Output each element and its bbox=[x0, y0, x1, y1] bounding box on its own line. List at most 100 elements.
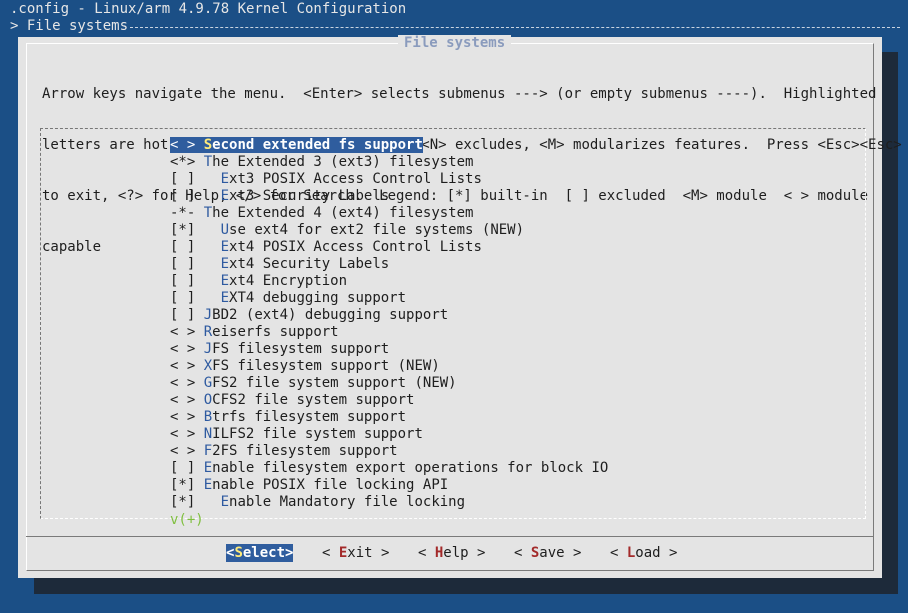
hotkey-letter: S bbox=[234, 545, 243, 561]
menu-item-label: xt4 Encryption bbox=[229, 273, 348, 289]
hotkey-letter: N bbox=[203, 426, 213, 442]
button-separator bbox=[26, 536, 874, 537]
option-state[interactable]: < > bbox=[170, 324, 195, 340]
hotkey-letter: R bbox=[203, 324, 213, 340]
option-state[interactable]: [ ] bbox=[170, 290, 195, 306]
menu-item-jbd2-debugging[interactable]: [ ] JBD2 (ext4) debugging support bbox=[170, 307, 608, 324]
hotkey-letter: E bbox=[220, 188, 230, 204]
option-state[interactable]: [*] bbox=[170, 477, 195, 493]
menu-item-jfs[interactable]: < > JFS filesystem support bbox=[170, 341, 608, 358]
menu-item-label: FS2 file system support (NEW) bbox=[212, 375, 457, 391]
menu-item-reiserfs[interactable]: < > Reiserfs support bbox=[170, 324, 608, 341]
button-bar: <Select> < Exit > < Help > < Save > < Lo… bbox=[18, 544, 882, 562]
select-button[interactable]: <Select> bbox=[226, 544, 294, 562]
hotkey-letter: J bbox=[203, 307, 213, 323]
option-state[interactable]: <*> bbox=[170, 154, 195, 170]
menu-item-mandatory-file-locking[interactable]: [*] Enable Mandatory file locking bbox=[170, 494, 608, 511]
save-button[interactable]: < Save > bbox=[514, 544, 581, 562]
menu-item-ext3-filesystem[interactable]: <*> The Extended 3 (ext3) filesystem bbox=[170, 154, 608, 171]
menu-item-posix-file-locking[interactable]: [*] Enable POSIX file locking API bbox=[170, 477, 608, 494]
scroll-down-indicator[interactable]: v(+) bbox=[170, 512, 204, 529]
option-state[interactable]: < > bbox=[170, 358, 195, 374]
dialog-title: File systems bbox=[398, 35, 512, 52]
dialog-shadow-bottom bbox=[34, 578, 898, 594]
window-title: .config - Linux/arm 4.9.78 Kernel Config… bbox=[10, 1, 407, 17]
help-line: Arrow keys navigate the menu. <Enter> se… bbox=[42, 86, 877, 102]
menu-item-label: FS filesystem support (NEW) bbox=[212, 358, 440, 374]
menu-item-nilfs2[interactable]: < > NILFS2 file system support bbox=[170, 426, 608, 443]
load-button[interactable]: < Load > bbox=[610, 544, 677, 562]
menu-item-label: ILFS2 file system support bbox=[212, 426, 423, 442]
dialog-shadow-right bbox=[882, 52, 898, 592]
menu-item-f2fs[interactable]: < > F2FS filesystem support bbox=[170, 443, 608, 460]
menu-item-fs-export-ops[interactable]: [ ] Enable filesystem export operations … bbox=[170, 460, 608, 477]
menu-item-label: BD2 (ext4) debugging support bbox=[212, 307, 449, 323]
hotkey-letter: S bbox=[203, 137, 213, 153]
menu-list: < > Second extended fs support <*> The E… bbox=[170, 137, 608, 511]
option-state[interactable]: < > bbox=[170, 137, 196, 153]
menu-item-label: xt3 Security Labels bbox=[229, 188, 390, 204]
menu-item-ext4-posix-acl[interactable]: [ ] Ext4 POSIX Access Control Lists bbox=[170, 239, 608, 256]
hotkey-letter: E bbox=[220, 171, 230, 187]
option-state[interactable]: [ ] bbox=[170, 307, 195, 323]
hotkey-letter: U bbox=[220, 222, 230, 238]
menu-item-ext3-posix-acl[interactable]: [ ] Ext3 POSIX Access Control Lists bbox=[170, 171, 608, 188]
menu-item-label: xt4 POSIX Access Control Lists bbox=[229, 239, 482, 255]
hotkey-letter: E bbox=[203, 477, 213, 493]
option-state[interactable]: < > bbox=[170, 426, 195, 442]
option-state[interactable]: < > bbox=[170, 443, 195, 459]
menu-item-second-extended-fs[interactable]: < > Second extended fs support bbox=[170, 137, 608, 154]
option-state[interactable]: < > bbox=[170, 409, 195, 425]
menu-item-ext4-filesystem[interactable]: -*- The Extended 4 (ext4) filesystem bbox=[170, 205, 608, 222]
menu-item-ext3-security-labels[interactable]: [ ] Ext3 Security Labels bbox=[170, 188, 608, 205]
help-button[interactable]: < Help > bbox=[418, 544, 485, 562]
hotkey-letter: X bbox=[203, 358, 213, 374]
option-state[interactable]: [ ] bbox=[170, 273, 195, 289]
option-state[interactable]: [ ] bbox=[170, 188, 195, 204]
menu-item-label: FS filesystem support bbox=[212, 341, 390, 357]
hotkey-letter: G bbox=[203, 375, 213, 391]
hotkey-letter: J bbox=[203, 341, 213, 357]
option-state[interactable]: < > bbox=[170, 392, 195, 408]
menu-item-label: he Extended 3 (ext3) filesystem bbox=[212, 154, 474, 170]
option-state[interactable]: [ ] bbox=[170, 460, 195, 476]
option-state[interactable]: [*] bbox=[170, 222, 195, 238]
menu-item-label: eiserfs support bbox=[212, 324, 339, 340]
hotkey-letter: F bbox=[203, 443, 213, 459]
hotkey-letter: T bbox=[203, 154, 213, 170]
menu-item-xfs[interactable]: < > XFS filesystem support (NEW) bbox=[170, 358, 608, 375]
exit-button[interactable]: < Exit > bbox=[322, 544, 389, 562]
option-state[interactable]: < > bbox=[170, 341, 195, 357]
option-state[interactable]: [ ] bbox=[170, 239, 195, 255]
breadcrumb-rule bbox=[130, 27, 900, 28]
hotkey-letter: E bbox=[220, 290, 230, 306]
menu-item-label: xt4 Security Labels bbox=[229, 256, 390, 272]
option-state[interactable]: [*] bbox=[170, 494, 195, 510]
menu-item-label: CFS2 file system support bbox=[212, 392, 415, 408]
hotkey-letter: T bbox=[203, 205, 213, 221]
menu-item-label: XT4 debugging support bbox=[229, 290, 407, 306]
hotkey-letter: E bbox=[220, 494, 230, 510]
menu-item-label: trfs filesystem support bbox=[212, 409, 407, 425]
menu-item-ext4-security-labels[interactable]: [ ] Ext4 Security Labels bbox=[170, 256, 608, 273]
menu-item-btrfs[interactable]: < > Btrfs filesystem support bbox=[170, 409, 608, 426]
menu-item-label: 2FS filesystem support bbox=[212, 443, 398, 459]
menu-item-gfs2[interactable]: < > GFS2 file system support (NEW) bbox=[170, 375, 608, 392]
hotkey-letter: B bbox=[203, 409, 213, 425]
menu-item-ext4-debugging[interactable]: [ ] EXT4 debugging support bbox=[170, 290, 608, 307]
terminal-screen: .config - Linux/arm 4.9.78 Kernel Config… bbox=[0, 0, 908, 613]
hotkey-letter: O bbox=[203, 392, 213, 408]
option-state[interactable]: [ ] bbox=[170, 256, 195, 272]
menu-item-label: nable POSIX file locking API bbox=[212, 477, 449, 493]
menu-item-label: nable Mandatory file locking bbox=[229, 494, 466, 510]
option-state[interactable]: [ ] bbox=[170, 171, 195, 187]
menu-item-label: se ext4 for ext2 file systems (NEW) bbox=[229, 222, 525, 238]
menu-item-label: xt3 POSIX Access Control Lists bbox=[229, 171, 482, 187]
menu-item-label: he Extended 4 (ext4) filesystem bbox=[212, 205, 474, 221]
option-state[interactable]: -*- bbox=[170, 205, 195, 221]
menu-item-ocfs2[interactable]: < > OCFS2 file system support bbox=[170, 392, 608, 409]
menu-item-ext4-for-ext2[interactable]: [*] Use ext4 for ext2 file systems (NEW) bbox=[170, 222, 608, 239]
menu-item-ext4-encryption[interactable]: [ ] Ext4 Encryption bbox=[170, 273, 608, 290]
option-state[interactable]: < > bbox=[170, 375, 195, 391]
menu-item-label: econd extended fs support bbox=[212, 137, 423, 153]
